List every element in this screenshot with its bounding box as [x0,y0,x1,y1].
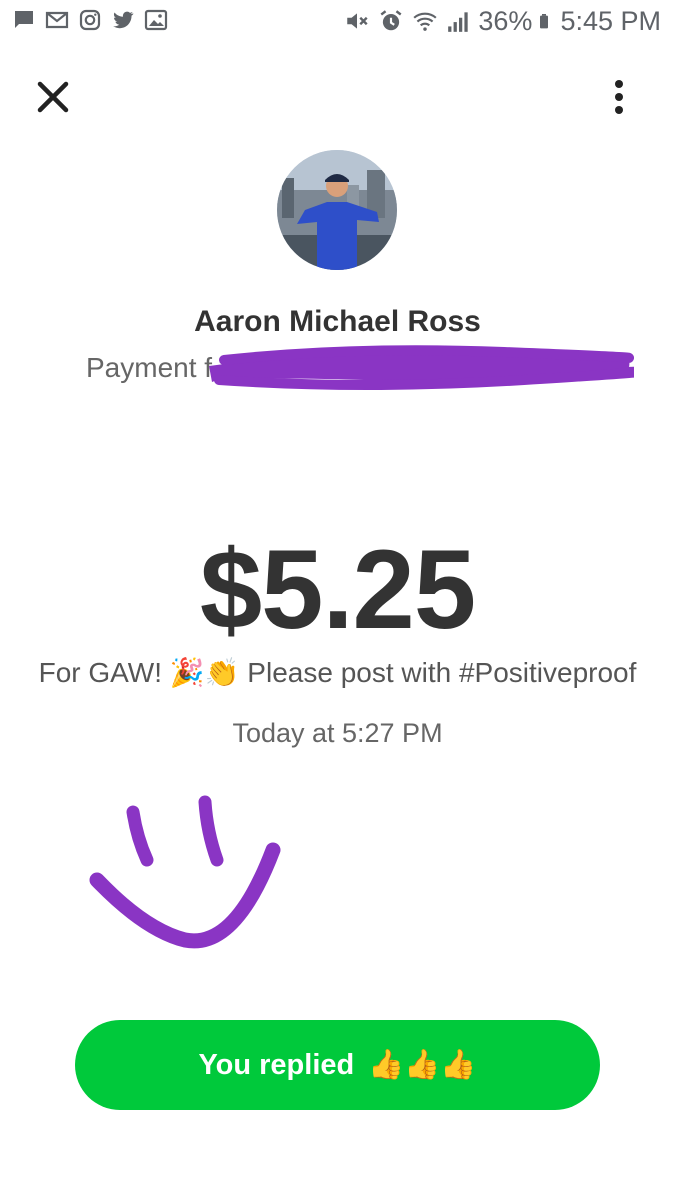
reply-emoji: 👍👍👍 [368,1049,477,1081]
battery-icon [540,14,549,29]
smiley-drawing [89,795,281,949]
payment-timestamp: Today at 5:27 PM [232,718,443,748]
instagram-icon [79,9,101,31]
payer-name: Aaron Michael Ross [194,305,481,338]
you-replied-button[interactable]: You replied 👍👍👍 [75,1020,600,1110]
close-icon[interactable] [36,80,70,114]
wifi-icon [413,12,437,31]
avatar-photo [277,150,397,270]
alarm-icon [380,10,402,31]
status-left-icons [12,8,177,32]
reply-label: You replied [198,1048,355,1081]
more-vert-icon[interactable] [606,78,632,116]
avatar[interactable] [277,150,397,270]
signal-icon [448,12,469,32]
redaction-scribble [209,345,634,390]
note-text-start: For GAW! [38,657,170,688]
twitter-icon [113,11,134,29]
gallery-icon [144,9,168,31]
message-icon [15,11,33,28]
status-time: 5:45 PM [560,6,661,36]
battery-percent: 36% [478,6,533,36]
payment-label: Payment f [86,352,213,383]
note-text-end: Please post with #Positiveproof [239,657,637,688]
payment-subtitle: Payment f [86,345,646,390]
note-emoji: 🎉👏 [169,657,240,688]
mute-icon [347,13,368,29]
payment-detail-screen: 36% 5:45 PM Aaron Michael Ross Payment f… [0,0,675,1200]
status-right-icons: 36% 5:45 PM [336,6,661,36]
payment-amount: $5.25 [199,527,476,652]
gmail-icon [45,11,69,29]
payment-note: For GAW! 🎉👏 Please post with #Positivepr… [0,656,675,689]
status-bar: 36% 5:45 PM [0,0,675,46]
